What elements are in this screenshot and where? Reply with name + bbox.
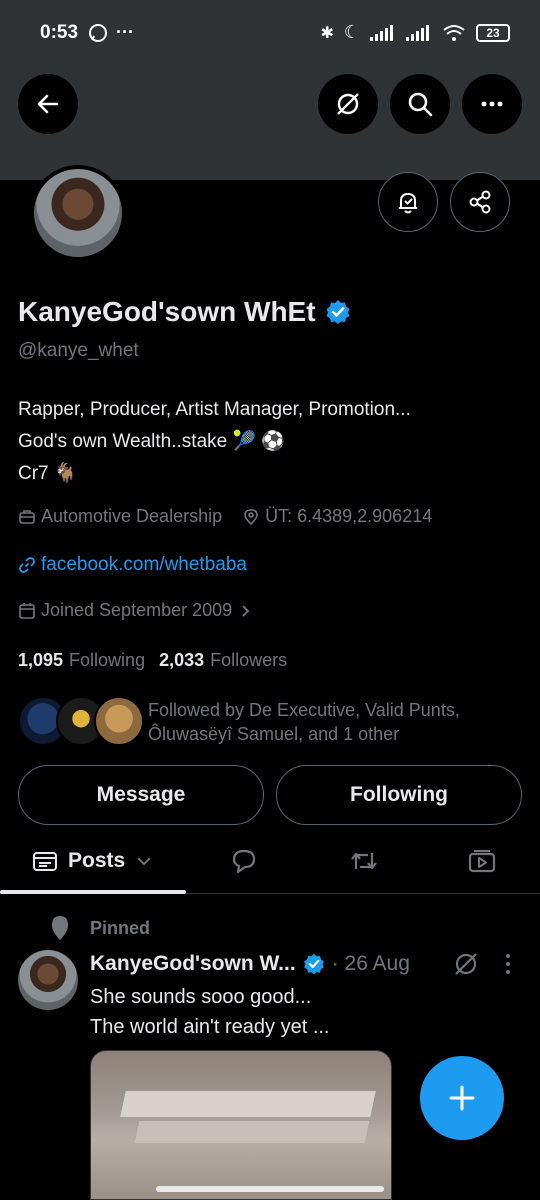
tab-media[interactable] [466, 828, 498, 894]
following-count[interactable]: 1,095 [18, 650, 63, 671]
profile-meta-row: Automotive Dealership ÜT: 6.4389,2.90621… [18, 506, 452, 527]
post-header: KanyeGod'sown W... · 26 Aug [90, 952, 410, 976]
profile-avatar[interactable] [30, 165, 126, 261]
chevron-down-icon [137, 857, 151, 866]
post-date: · 26 Aug [331, 952, 410, 975]
post-grok-button[interactable] [452, 950, 480, 983]
grok-icon [455, 953, 477, 975]
bio-line: Cr7 🐐 [18, 463, 78, 484]
notifications-button[interactable] [378, 172, 438, 232]
follow-counts: 1,095 Following 2,033 Followers [18, 650, 301, 671]
back-button[interactable] [18, 74, 78, 134]
category-item: Automotive Dealership [18, 506, 222, 527]
followers-count[interactable]: 2,033 [159, 650, 204, 671]
post-author-name[interactable]: KanyeGod'sown W... [90, 952, 296, 976]
calendar-icon [19, 602, 35, 619]
more-horizontal-icon [481, 101, 503, 107]
following-button[interactable]: Following [276, 765, 522, 825]
follower-avatar [94, 696, 144, 746]
moon-icon: ☾ [343, 22, 360, 42]
pinned-indicator: Pinned [48, 914, 150, 942]
briefcase-icon [19, 509, 35, 524]
status-bar: 0:53 ··· ✱ ☾ 23 [0, 0, 540, 70]
search-icon [408, 92, 433, 117]
post-text-line: The world ain't ready yet ... [90, 1016, 330, 1038]
followers-count-label[interactable]: Followers [210, 650, 287, 671]
following-count-label[interactable]: Following [69, 650, 145, 671]
bluetooth-icon: ✱ [320, 24, 334, 42]
repost-icon [351, 852, 377, 870]
profile-banner [0, 70, 540, 180]
profile-bio: Rapper, Producer, Artist Manager, Promot… [18, 394, 411, 490]
category-label: Automotive Dealership [41, 506, 223, 526]
post-media-thumbnail[interactable] [90, 1050, 392, 1200]
wifi-icon [443, 24, 465, 41]
followed-by-text: Followed by De Executive, Valid Punts, Ô… [148, 700, 460, 744]
post-author-avatar[interactable] [18, 950, 78, 1010]
more-notifications-icon: ··· [116, 22, 134, 42]
website-link[interactable]: facebook.com/whetbaba [18, 554, 247, 576]
search-button[interactable] [390, 74, 450, 134]
grok-icon [337, 93, 359, 115]
tab-replies[interactable] [228, 828, 260, 894]
status-right-icons: ✱ ☾ 23 [320, 22, 510, 43]
bio-line: God's own Wealth..stake 🎾 ⚽ [18, 431, 286, 452]
post-text: She sounds sooo good... The world ain't … [90, 982, 329, 1042]
verified-badge-icon[interactable] [324, 298, 352, 326]
back-arrow-icon [37, 94, 59, 114]
website-label[interactable]: facebook.com/whetbaba [41, 554, 247, 576]
pinned-label: Pinned [90, 917, 151, 938]
profile-handle: @kanye_whet [18, 340, 139, 361]
message-button[interactable]: Message [18, 765, 264, 825]
location-item: ÜT: 6.4389,2.906214 [242, 506, 432, 527]
home-indicator[interactable] [156, 1186, 384, 1192]
joined-row[interactable]: Joined September 2009 [18, 600, 253, 621]
reply-icon [232, 849, 256, 874]
pin-icon [52, 916, 68, 940]
display-name: KanyeGod'sown WhEt [18, 296, 316, 327]
media-icon [468, 849, 496, 873]
status-left-icons: ··· [88, 22, 134, 43]
battery-icon: 23 [476, 23, 510, 42]
profile-tabs: Posts [0, 828, 540, 894]
display-name-row: KanyeGod'sown WhEt [18, 296, 352, 328]
verified-badge-icon [303, 953, 324, 975]
bell-check-icon [399, 193, 417, 214]
signal-icon-2 [406, 24, 429, 41]
posts-tab-icon [33, 852, 57, 871]
bio-line: Rapper, Producer, Artist Manager, Promot… [18, 399, 411, 420]
chevron-right-icon [242, 604, 250, 617]
tab-reposts[interactable] [348, 828, 380, 894]
media-ceiling-panel [120, 1091, 376, 1117]
tab-posts[interactable]: Posts [32, 828, 153, 894]
joined-label: Joined September 2009 [41, 600, 233, 620]
media-ceiling-panel [134, 1121, 370, 1143]
share-button[interactable] [450, 172, 510, 232]
post-more-button[interactable] [498, 950, 518, 983]
grok-button[interactable] [318, 74, 378, 134]
location-pin-icon [244, 508, 258, 525]
active-tab-indicator [0, 890, 186, 894]
location-label: ÜT: 6.4389,2.906214 [265, 506, 433, 526]
whatsapp-icon [89, 23, 107, 42]
plus-icon [449, 1085, 475, 1111]
signal-icon [370, 24, 393, 41]
more-vertical-icon [506, 954, 510, 974]
compose-post-button[interactable] [420, 1056, 504, 1140]
post-text-line: She sounds sooo good... [90, 986, 312, 1008]
followed-by-preview[interactable]: Followed by De Executive, Valid Punts, Ô… [18, 694, 518, 750]
share-icon [469, 190, 491, 214]
link-icon [19, 557, 35, 573]
status-time: 0:53 [40, 22, 79, 43]
tab-posts-label: Posts [68, 849, 126, 872]
more-button[interactable] [462, 74, 522, 134]
